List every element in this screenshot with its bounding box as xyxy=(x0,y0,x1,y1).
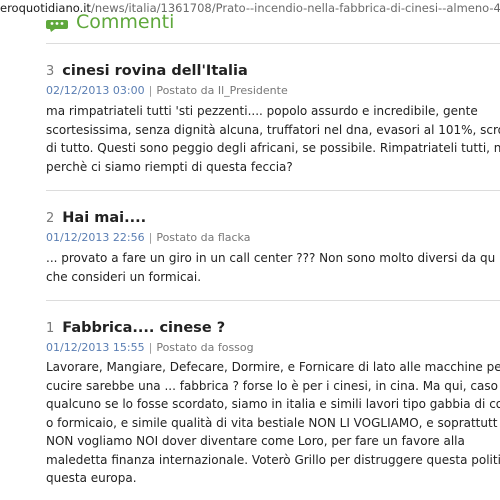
comment-item: 3 cinesi rovina dell'Italia 02/12/2013 03… xyxy=(46,62,500,176)
comment-body: ma rimpatriateli tutti 'sti pezzenti....… xyxy=(46,102,500,176)
comment-header: 1 Fabbrica.... cinese ? xyxy=(46,319,500,338)
comment-line: che consideri un formicai. xyxy=(46,269,202,284)
section-title: Commenti xyxy=(76,11,175,33)
comment-line: cucire sarebbe una ... fabbrica ? forse … xyxy=(46,378,498,393)
comment-body: ... provato a fare un giro in un call ce… xyxy=(46,249,500,286)
comment-line: maledetta finanza internazionale. Voterò… xyxy=(46,452,500,467)
divider xyxy=(46,300,500,301)
comment-number: 3 xyxy=(46,64,55,79)
comment-title[interactable]: cinesi rovina dell'Italia xyxy=(62,63,248,79)
divider xyxy=(46,43,500,44)
comment-line: scortesissima, senza dignità alcuna, tru… xyxy=(46,122,500,137)
comment-line: qualcuno se lo fosse scordato, siamo in … xyxy=(46,397,500,411)
speech-bubble-icon xyxy=(46,17,68,36)
comment-item: 1 Fabbrica.... cinese ? 01/12/2013 15:55 |… xyxy=(46,319,500,488)
comment-body: Lavorare, Mangiare, Defecare, Dormire, e… xyxy=(46,358,500,488)
comment-meta: 01/12/2013 15:55 | Postato da fossog xyxy=(46,341,254,354)
address-bar[interactable]: eroquotidiano.it/news/italia/1361708/Pra… xyxy=(0,0,500,17)
comment-line: di tutto. Questi sono peggio degli afric… xyxy=(46,141,500,155)
comment-line: Lavorare, Mangiare, Defecare, Dormire, e… xyxy=(46,360,500,374)
comment-line: ... provato a fare un giro in un call ce… xyxy=(46,251,496,265)
comment-author: Postato da fossog xyxy=(156,341,254,354)
comment-title[interactable]: Hai mai.... xyxy=(62,210,146,226)
comment-header: 2 Hai mai.... xyxy=(46,209,500,228)
comment-line: o formicaio, e simile qualità di vita be… xyxy=(46,415,498,430)
comment-line: NON vogliamo NOI dover diventare come Lo… xyxy=(46,434,465,448)
comment-line: questa europa. xyxy=(46,471,137,485)
comment-meta: 02/12/2013 03:00 | Postato da Il_President… xyxy=(46,84,288,97)
comment-line: ma rimpatriateli tutti 'sti pezzenti....… xyxy=(46,104,478,118)
comment-header: 3 cinesi rovina dell'Italia xyxy=(46,62,500,81)
comment-number: 1 xyxy=(46,321,55,336)
comments-section-header: Commenti xyxy=(46,11,174,39)
comment-line: perchè ci siamo riempti di questa feccia… xyxy=(46,159,293,174)
comment-date: 02/12/2013 03:00 xyxy=(46,84,145,97)
comment-author: Postato da Il_Presidente xyxy=(156,84,288,97)
comment-item: 2 Hai mai.... 01/12/2013 22:56 | Postato da… xyxy=(46,209,500,286)
comment-author: Postato da flacka xyxy=(156,231,251,244)
comment-number: 2 xyxy=(46,211,55,226)
divider xyxy=(46,190,500,191)
comment-title[interactable]: Fabbrica.... cinese ? xyxy=(62,320,225,336)
comment-date: 01/12/2013 15:55 xyxy=(46,341,145,354)
comment-meta: 01/12/2013 22:56 | Postato da flacka xyxy=(46,231,251,244)
comment-date: 01/12/2013 22:56 xyxy=(46,231,145,244)
